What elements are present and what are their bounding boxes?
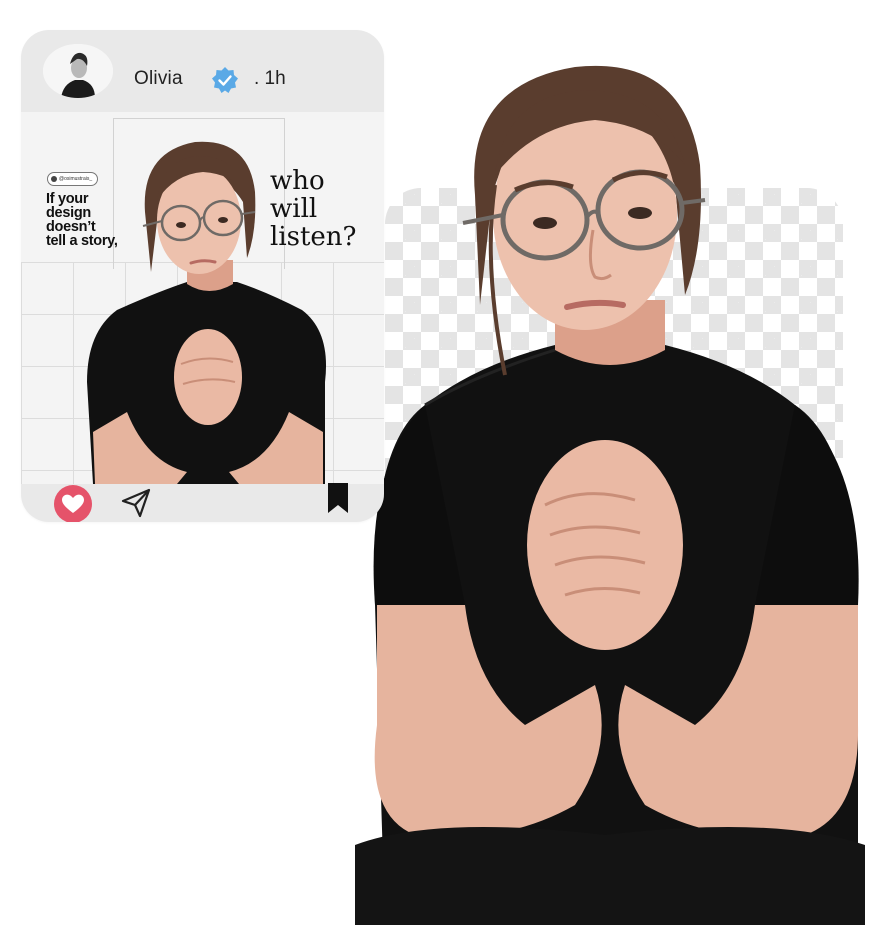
headline-line: listen? — [270, 222, 357, 252]
user-icon — [51, 176, 57, 182]
social-post-card: Olivia . 1h @osimustrais_ If your design… — [21, 30, 384, 522]
portrait-cutout-image — [355, 65, 865, 925]
post-actions-bar — [21, 483, 384, 522]
verified-badge-icon — [212, 67, 238, 93]
headline-line: will — [270, 194, 318, 224]
post-header: Olivia . 1h — [21, 30, 384, 112]
tagline-line: If your — [46, 191, 89, 207]
heart-icon[interactable] — [53, 484, 93, 522]
post-username[interactable]: Olivia — [134, 68, 183, 90]
avatar[interactable] — [43, 44, 113, 98]
handle-text: @osimustrais_ — [59, 176, 93, 182]
tagline-line: doesn’t — [46, 219, 96, 235]
send-icon[interactable] — [120, 487, 152, 519]
avatar-photo — [43, 44, 113, 98]
tagline-text: If your design doesn’t tell a story, — [46, 191, 146, 249]
headline-line: who — [270, 166, 325, 196]
post-image[interactable]: @osimustrais_ If your design doesn’t tel… — [21, 112, 384, 484]
tagline-line: tell a story, — [46, 233, 118, 249]
tagline-line: design — [46, 205, 91, 221]
post-timestamp: . 1h — [254, 68, 286, 89]
bookmark-icon[interactable] — [326, 483, 350, 513]
headline-text: who will listen? — [270, 167, 380, 251]
handle-tag: @osimustrais_ — [47, 172, 99, 186]
